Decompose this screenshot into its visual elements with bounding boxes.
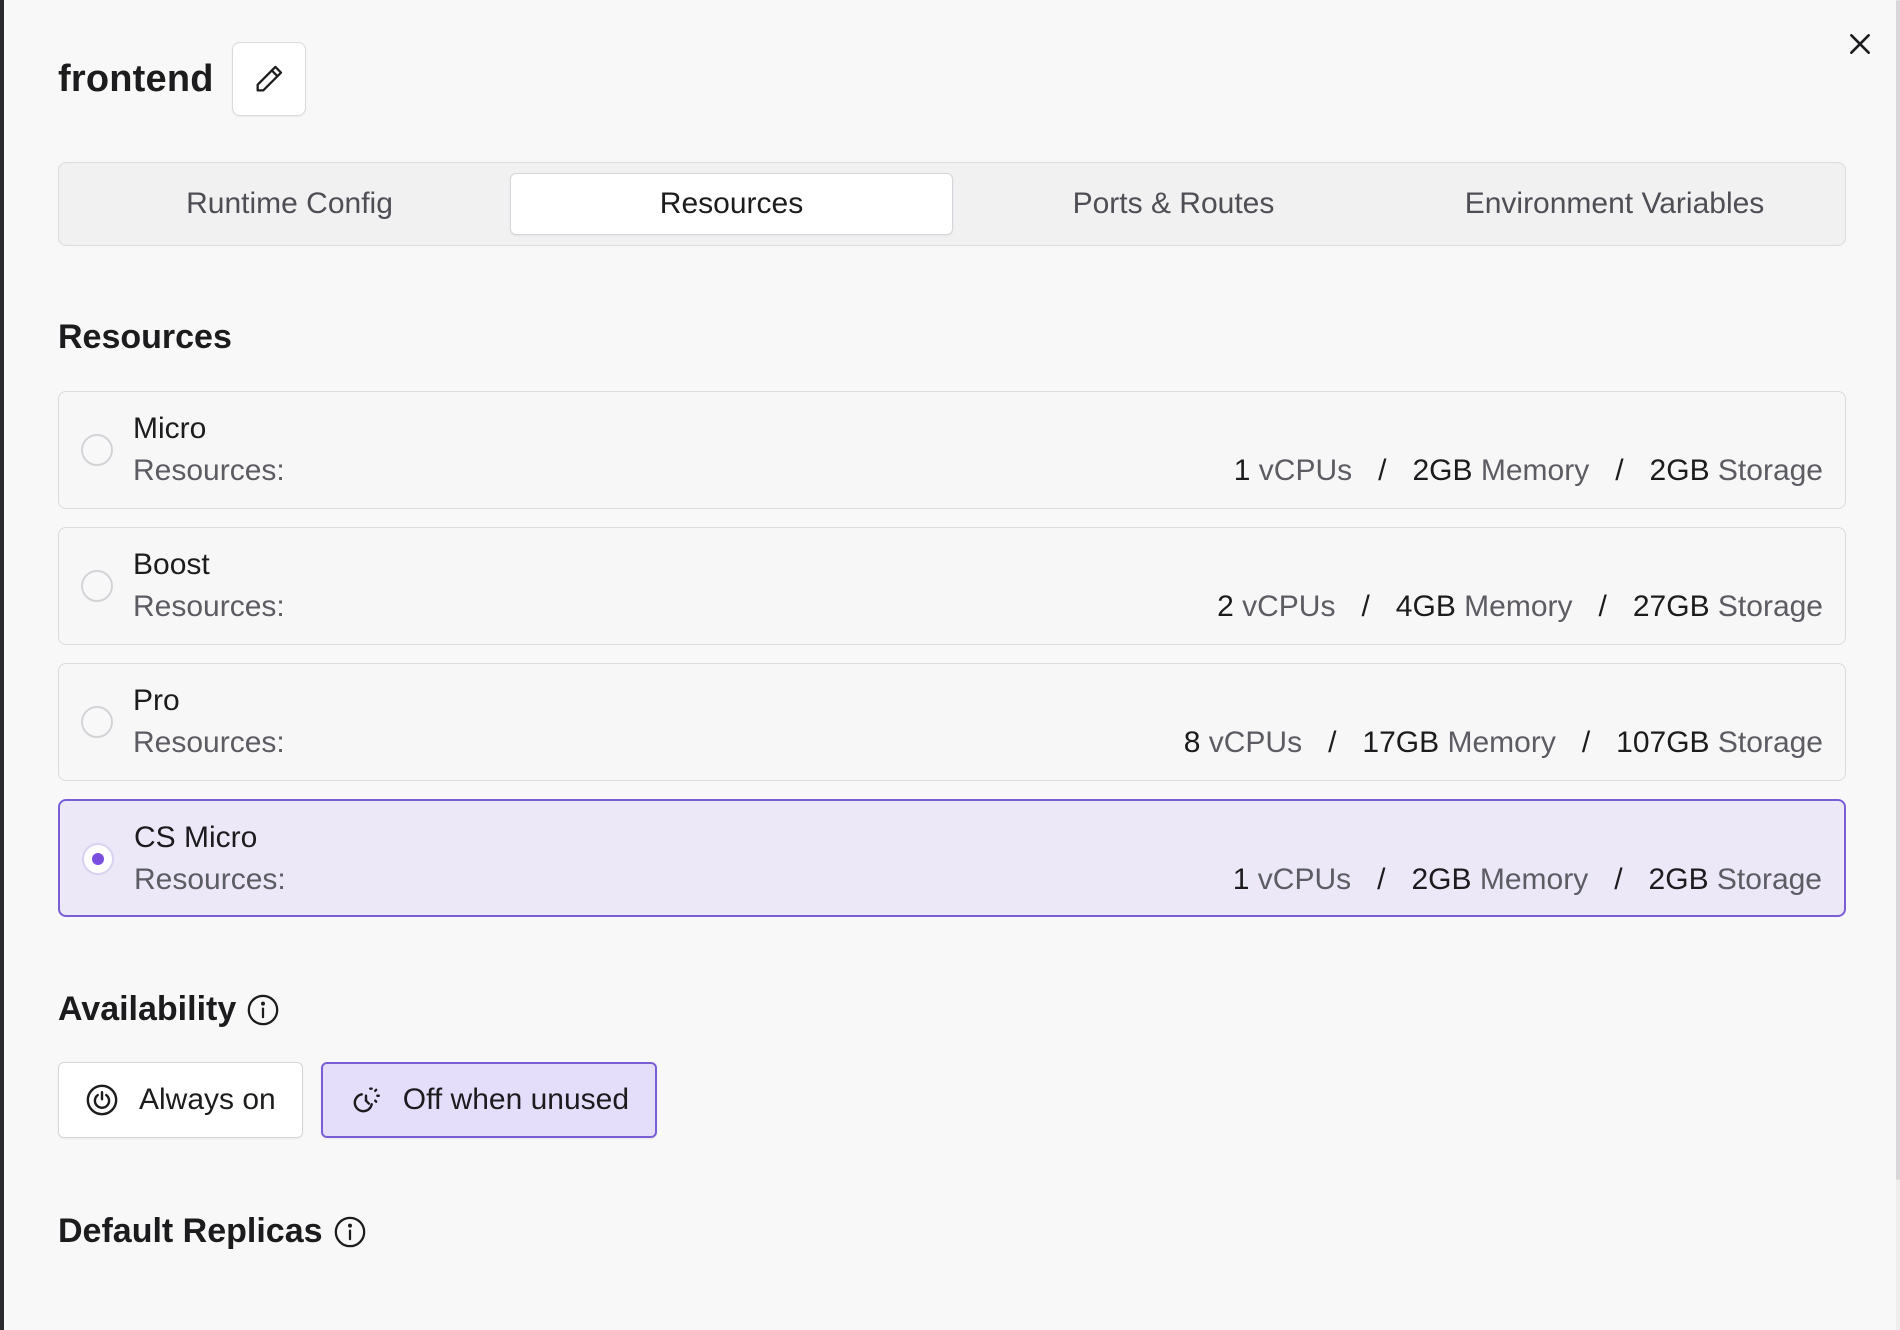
resource-option-pro[interactable]: Pro Resources: 8 vCPUs / 17GB Memory / 1… [58, 663, 1846, 781]
scrollbar-track[interactable] [1896, 0, 1900, 1330]
separator: / [1581, 726, 1591, 759]
memory-value: 2GB [1411, 863, 1472, 896]
resource-option-boost[interactable]: Boost Resources: 2 vCPUs / 4GB Memory / … [58, 527, 1846, 645]
storage-value: 27GB [1632, 590, 1710, 623]
storage-unit: Storage [1717, 454, 1823, 487]
option-specs: 8 vCPUs / 17GB Memory / 107GB Storage [1184, 726, 1823, 760]
storage-value: 2GB [1648, 863, 1709, 896]
storage-unit: Storage [1717, 726, 1823, 759]
always-on-label: Always on [139, 1083, 276, 1116]
availability-heading: Availability [58, 990, 237, 1028]
info-icon[interactable] [333, 1215, 367, 1249]
tab-bar: Runtime Config Resources Ports & Routes … [58, 162, 1846, 246]
radio-button-selected[interactable] [82, 843, 114, 875]
resources-section-title: Resources [58, 318, 232, 357]
scrollbar-thumb[interactable] [1896, 0, 1900, 1180]
always-on-button[interactable]: Always on [58, 1062, 303, 1138]
info-icon[interactable] [246, 993, 280, 1027]
replicas-heading: Default Replicas [58, 1212, 323, 1250]
separator: / [1614, 863, 1623, 896]
cpu-unit: vCPUs [1242, 590, 1336, 623]
separator: / [1615, 454, 1624, 487]
memory-value: 2GB [1412, 454, 1473, 487]
option-name: Pro [133, 684, 180, 717]
off-when-unused-label: Off when unused [402, 1083, 630, 1116]
separator: / [1377, 863, 1386, 896]
option-label: Resources: [134, 863, 286, 896]
availability-section-title: Availability [58, 990, 280, 1029]
cpu-value: 8 [1183, 726, 1201, 759]
memory-value: 17GB [1362, 726, 1440, 759]
tab-ports-routes[interactable]: Ports & Routes [953, 173, 1394, 235]
storage-unit: Storage [1716, 863, 1822, 896]
pencil-icon [252, 62, 286, 96]
option-specs: 1 vCPUs / 2GB Memory / 2GB Storage [1234, 454, 1823, 488]
option-specs: 1 vCPUs / 2GB Memory / 2GB Storage [1233, 863, 1822, 897]
cpu-value: 2 [1217, 590, 1234, 623]
header: frontend [58, 42, 306, 116]
tab-runtime-config[interactable]: Runtime Config [69, 173, 510, 235]
service-settings-panel: frontend Runtime Config Resources Ports … [4, 0, 1900, 1330]
radio-button[interactable] [81, 570, 113, 602]
edit-name-button[interactable] [231, 42, 306, 116]
option-name: CS Micro [134, 821, 258, 854]
option-specs: 2 vCPUs / 4GB Memory / 27GB Storage [1217, 590, 1823, 624]
memory-unit: Memory [1479, 863, 1589, 896]
storage-unit: Storage [1717, 590, 1823, 623]
storage-value: 2GB [1649, 454, 1710, 487]
sleep-icon [349, 1083, 383, 1117]
service-name-title: frontend [58, 57, 214, 100]
storage-value: 107GB [1616, 726, 1710, 759]
tab-environment-variables[interactable]: Environment Variables [1394, 173, 1835, 235]
resources-heading: Resources [58, 318, 232, 356]
replicas-section-title: Default Replicas [58, 1212, 367, 1251]
option-name: Boost [133, 548, 210, 581]
memory-unit: Memory [1464, 590, 1573, 623]
cpu-unit: vCPUs [1257, 863, 1352, 896]
memory-unit: Memory [1480, 454, 1590, 487]
cpu-value: 1 [1233, 454, 1251, 487]
separator: / [1378, 454, 1387, 487]
off-when-unused-button[interactable]: Off when unused [320, 1062, 658, 1138]
resource-options: Micro Resources: 1 vCPUs / 2GB Memory / … [58, 391, 1846, 935]
radio-dot [92, 853, 104, 865]
separator: / [1328, 726, 1337, 759]
cpu-value: 1 [1232, 863, 1250, 896]
close-icon [1847, 31, 1873, 57]
power-icon [85, 1083, 119, 1117]
option-label: Resources: [133, 454, 285, 487]
separator: / [1598, 590, 1607, 623]
radio-button[interactable] [81, 434, 113, 466]
option-label: Resources: [133, 590, 285, 623]
availability-toggle-group: Always on Off when unused [58, 1062, 658, 1138]
resource-option-micro[interactable]: Micro Resources: 1 vCPUs / 2GB Memory / … [58, 391, 1846, 509]
tab-resources[interactable]: Resources [510, 173, 953, 235]
resource-option-cs-micro[interactable]: CS Micro Resources: 1 vCPUs / 2GB Memory… [58, 799, 1846, 917]
option-label: Resources: [133, 726, 285, 759]
cpu-unit: vCPUs [1208, 726, 1303, 759]
memory-value: 4GB [1395, 590, 1456, 623]
option-name: Micro [133, 412, 207, 445]
memory-unit: Memory [1447, 726, 1556, 759]
cpu-unit: vCPUs [1258, 454, 1353, 487]
separator: / [1361, 590, 1370, 623]
close-button[interactable] [1840, 24, 1880, 64]
radio-button[interactable] [81, 706, 113, 738]
